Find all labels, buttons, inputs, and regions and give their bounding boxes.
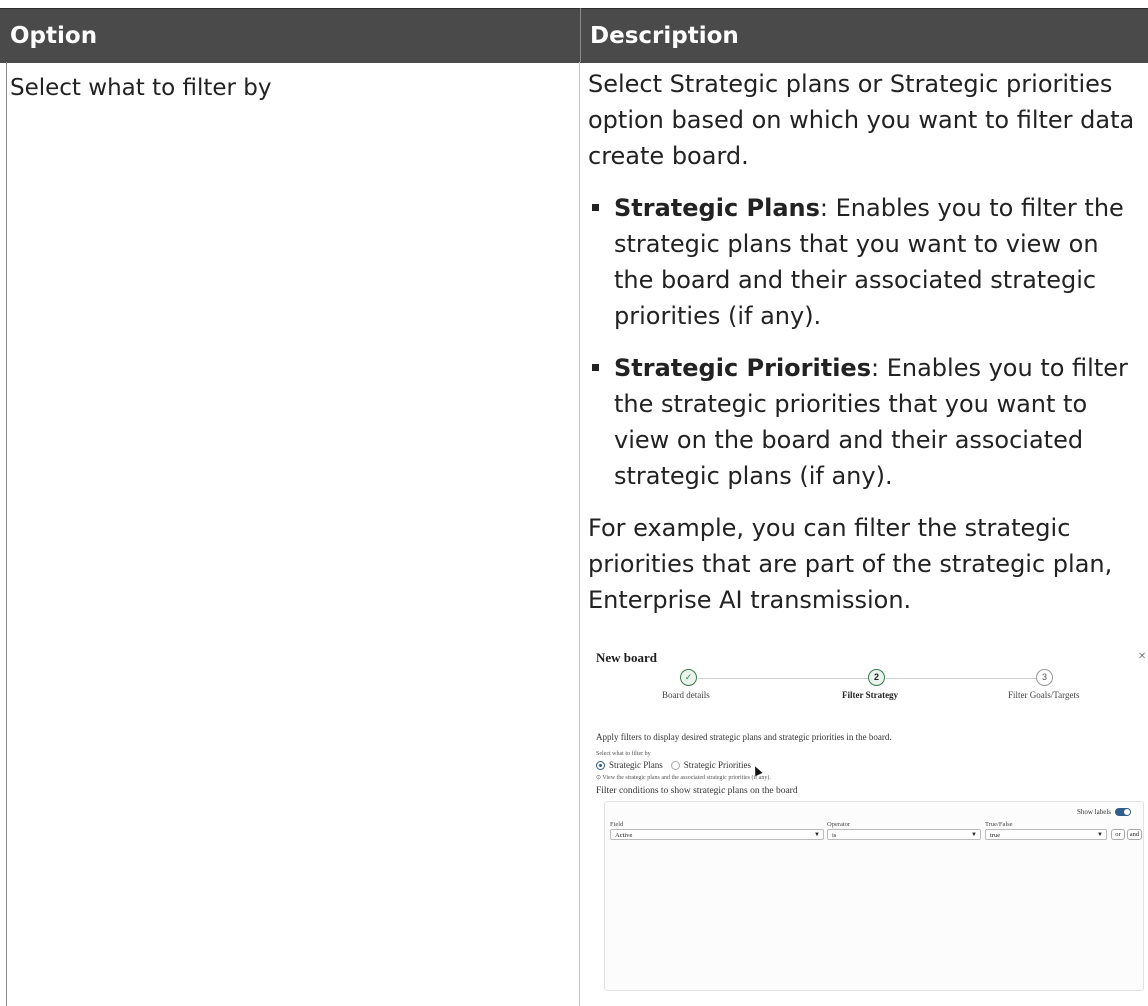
column-divider-header xyxy=(580,8,581,62)
radio-label-priorities: Strategic Priorities xyxy=(683,760,751,770)
select-filter-label: Select what to filter by xyxy=(596,751,651,757)
table-header-row: Option Description xyxy=(0,8,1148,63)
option-cell-text: Select what to filter by xyxy=(10,75,272,101)
operator-label: Operator xyxy=(827,821,851,828)
field-value: Active xyxy=(615,832,633,839)
stepper-line xyxy=(886,678,1036,679)
radio-label-plans: Strategic Plans xyxy=(609,760,663,770)
chevron-down-icon: ▼ xyxy=(814,832,820,838)
operator-select[interactable]: is ▼ xyxy=(827,829,981,840)
value-value: true xyxy=(990,832,1001,839)
options-table: Option Description Select what to filter… xyxy=(0,0,1148,1006)
radio-strategic-plans[interactable] xyxy=(596,760,605,770)
bullet-term: Strategic Plans xyxy=(614,194,820,222)
header-option: Option xyxy=(10,23,98,49)
show-labels-toggle[interactable] xyxy=(1115,808,1131,816)
bullet-strategic-priorities: Strategic Priorities: Enables you to fil… xyxy=(588,350,1140,494)
filter-hint: ⊙ View the strategic plans and the assoc… xyxy=(596,774,771,781)
or-button[interactable]: or xyxy=(1111,829,1125,840)
step-3-icon[interactable]: 3 xyxy=(1036,669,1053,686)
value-select[interactable]: true ▼ xyxy=(985,829,1107,840)
step-label-filter-strategy: Filter Strategy xyxy=(842,690,899,700)
step-label-board-details: Board details xyxy=(662,690,710,700)
close-icon[interactable]: × xyxy=(1138,649,1146,665)
description-intro: Select Strategic plans or Strategic prio… xyxy=(588,70,1135,170)
show-labels-control: Show labels xyxy=(1077,808,1131,816)
apply-filters-text: Apply filters to display desired strateg… xyxy=(596,732,892,742)
bullet-marker xyxy=(592,364,599,371)
stepper-line xyxy=(698,678,868,679)
value-label: True/False xyxy=(985,821,1013,828)
filter-conditions-panel: Show labels Field Active ▼ Operator is ▼ T… xyxy=(604,801,1144,991)
and-button[interactable]: and xyxy=(1127,829,1142,840)
hint-text: View the strategic plans and the associa… xyxy=(602,775,771,781)
step-label-filter-goals: Filter Goals/Targets xyxy=(1008,690,1080,700)
column-divider xyxy=(579,62,580,1006)
operator-value: is xyxy=(832,832,837,839)
table-left-border xyxy=(6,62,7,1006)
description-example: For example, you can filter the strategi… xyxy=(588,514,1113,614)
bullet-marker xyxy=(592,204,599,211)
step-complete-icon[interactable]: ✓ xyxy=(680,669,697,686)
chevron-down-icon: ▼ xyxy=(971,832,977,838)
filter-conditions-title: Filter conditions to show strategic plan… xyxy=(596,786,798,796)
field-select[interactable]: Active ▼ xyxy=(610,829,824,840)
header-description: Description xyxy=(590,23,739,49)
new-board-screenshot: New board × ✓ 2 3 Board details Filter S… xyxy=(590,649,1148,991)
dialog-title: New board xyxy=(596,650,658,665)
bullet-term: Strategic Priorities xyxy=(614,354,871,382)
step-2-icon[interactable]: 2 xyxy=(868,669,885,686)
description-cell: Select Strategic plans or Strategic prio… xyxy=(588,66,1140,618)
bullet-strategic-plans: Strategic Plans: Enables you to filter t… xyxy=(588,190,1140,334)
description-bullets: Strategic Plans: Enables you to filter t… xyxy=(588,190,1140,494)
radio-strategic-priorities[interactable] xyxy=(670,760,680,770)
field-label: Field xyxy=(610,821,624,828)
show-labels-text: Show labels xyxy=(1076,808,1111,816)
chevron-down-icon: ▼ xyxy=(1097,832,1103,838)
filter-type-radios: Strategic Plans Strategic Priorities xyxy=(596,760,751,770)
